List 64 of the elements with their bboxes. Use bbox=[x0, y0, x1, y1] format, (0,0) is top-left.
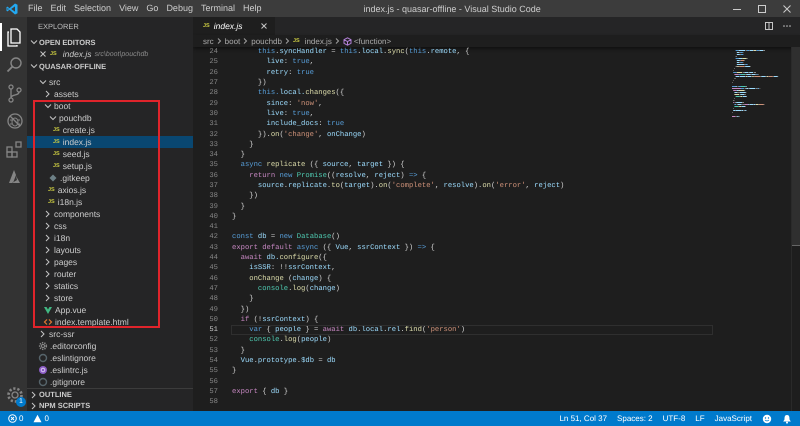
explorer-folder[interactable]: boot bbox=[27, 100, 193, 112]
explorer-folder[interactable]: src bbox=[27, 76, 193, 88]
status-item[interactable]: Spaces: 2 bbox=[617, 414, 653, 423]
menu-item[interactable]: Edit bbox=[46, 0, 70, 17]
explorer-folder[interactable]: store bbox=[27, 292, 193, 304]
circle-icon bbox=[38, 353, 48, 363]
explorer-folder[interactable]: assets bbox=[27, 88, 193, 100]
explorer-file[interactable]: .eslintrc.js bbox=[27, 364, 193, 376]
breadcrumb-item[interactable]: boot bbox=[224, 36, 240, 46]
explorer-folder[interactable]: css bbox=[27, 220, 193, 232]
eslint-icon bbox=[38, 365, 48, 375]
maximize-icon[interactable] bbox=[757, 4, 767, 14]
html-file-icon bbox=[43, 317, 53, 327]
explorer-file[interactable]: .gitkeep bbox=[27, 172, 193, 184]
explorer-file[interactable]: App.vue bbox=[27, 304, 193, 316]
error-icon bbox=[8, 414, 17, 423]
menu-item[interactable]: Go bbox=[142, 0, 162, 17]
chevron-right-icon bbox=[284, 36, 291, 46]
cube-icon bbox=[342, 36, 352, 46]
explorer-folder[interactable]: components bbox=[27, 208, 193, 220]
split-editor-icon[interactable] bbox=[764, 21, 774, 31]
breadcrumb-item[interactable]: pouchdb bbox=[251, 36, 282, 46]
chevron-right-icon bbox=[242, 36, 250, 46]
status-item[interactable]: Ln 51, Col 37 bbox=[559, 414, 608, 423]
explorer-folder[interactable]: i18n bbox=[27, 232, 193, 244]
vue-file-icon bbox=[43, 305, 53, 315]
status-item[interactable]: UTF-8 bbox=[662, 414, 686, 423]
breadcrumb-item[interactable]: <function> bbox=[342, 36, 392, 46]
explorer-folder[interactable]: src-ssr bbox=[27, 328, 193, 340]
close-icon[interactable] bbox=[39, 50, 47, 58]
explorer-file[interactable]: .eslintignore bbox=[27, 352, 193, 364]
explorer-folder[interactable]: pouchdb bbox=[27, 112, 193, 124]
bell-icon[interactable] bbox=[782, 414, 792, 424]
close-icon[interactable] bbox=[782, 4, 792, 14]
window-title: index.js - quasar-offline - Visual Studio Code bbox=[364, 4, 541, 14]
warning-icon bbox=[33, 414, 42, 423]
explorer-folder[interactable]: statics bbox=[27, 280, 193, 292]
status-item[interactable]: LF bbox=[695, 414, 705, 423]
explorer-file[interactable]: .gitignore bbox=[27, 376, 193, 388]
menu-item[interactable]: Selection bbox=[70, 0, 116, 17]
scrollbar[interactable] bbox=[791, 47, 800, 411]
menu-item[interactable]: File bbox=[24, 0, 47, 17]
problems-count[interactable]: 0 bbox=[8, 414, 24, 423]
menu-item[interactable]: Debug bbox=[162, 0, 197, 17]
app-logo-icon bbox=[6, 2, 18, 14]
menu-item[interactable]: Terminal bbox=[196, 0, 239, 17]
explorer-file[interactable]: .editorconfig bbox=[27, 340, 193, 352]
smiley-icon[interactable] bbox=[762, 414, 772, 424]
diamond-icon bbox=[48, 173, 58, 183]
circle-icon bbox=[38, 377, 48, 387]
gear-icon bbox=[38, 341, 48, 351]
breadcrumb-item[interactable]: src bbox=[203, 36, 214, 46]
explorer-folder[interactable]: pages bbox=[27, 256, 193, 268]
menu-item[interactable]: Help bbox=[238, 0, 266, 17]
explorer-folder[interactable]: router bbox=[27, 268, 193, 280]
chevron-right-icon bbox=[334, 36, 341, 46]
explorer-file[interactable]: index.template.html bbox=[27, 316, 193, 328]
menu-item[interactable]: View bbox=[115, 0, 142, 17]
settings-icon[interactable] bbox=[4, 385, 24, 405]
explorer-folder[interactable]: layouts bbox=[27, 244, 193, 256]
status-item[interactable]: JavaScript bbox=[714, 414, 752, 423]
chevron-right-icon bbox=[216, 36, 223, 46]
close-icon[interactable] bbox=[260, 22, 268, 30]
problems-count[interactable]: 0 bbox=[33, 414, 49, 423]
